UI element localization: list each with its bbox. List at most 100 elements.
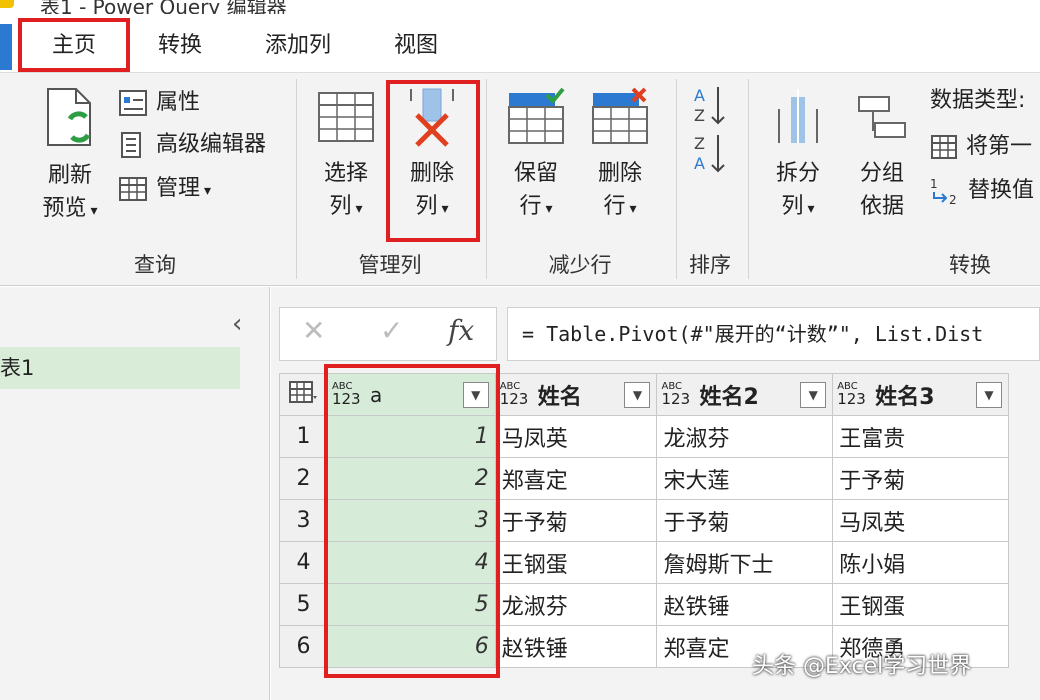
tab-transform[interactable]: 转换 [140, 26, 220, 66]
sort-descending-button[interactable]: Z A [692, 131, 732, 175]
window-title: 表1 - Power Query 编辑器 [40, 0, 287, 14]
use-first-row-as-headers-button[interactable]: 将第一 [930, 127, 1032, 167]
row-number[interactable]: 3 [279, 499, 328, 542]
remove-rows-label-1: 删除 [597, 161, 642, 186]
group-divider [676, 79, 677, 279]
table-cell[interactable]: 5 [326, 583, 496, 626]
formula-bar[interactable]: = Table.Pivot(#"展开的“计数”", List.Dist [507, 307, 1040, 361]
group-by-button[interactable]: 分组 依据 [842, 87, 922, 223]
replace-values-button[interactable]: 1 2 替换值 [930, 171, 1034, 211]
refresh-icon [47, 88, 91, 146]
power-query-app-icon [0, 0, 14, 8]
table-cell[interactable]: 赵铁锤 [656, 583, 834, 626]
filter-dropdown-icon[interactable]: ▼ [462, 382, 489, 408]
table-cell[interactable]: 2 [326, 457, 496, 500]
keep-rows-label-1: 保留 [513, 161, 558, 186]
group-divider [486, 79, 487, 279]
row-number[interactable]: 5 [279, 583, 328, 626]
table-cell[interactable]: 詹姆斯下士 [656, 541, 834, 584]
column-header-name2[interactable]: ABC 123 姓名2 ▼ [656, 373, 834, 416]
table-cell[interactable]: 宋大莲 [656, 457, 834, 500]
table-cell[interactable]: 6 [326, 625, 496, 668]
row-number[interactable]: 6 [279, 625, 328, 668]
split-column-label-1: 拆分 [775, 161, 820, 186]
choose-columns-button[interactable]: 选择 列 ▾ [306, 87, 386, 226]
chevron-down-icon: ▾ [629, 201, 637, 217]
tab-add-column[interactable]: 添加列 [248, 26, 348, 66]
row-number[interactable]: 4 [279, 541, 328, 584]
table-row: 1 1 马凤英 龙淑芬 王富贵 [279, 415, 1009, 458]
cancel-icon[interactable]: ✕ [302, 314, 325, 347]
ribbon-home: 刷新 预览 ▾ 属性 高级编辑器 管理 ▾ 查询 选择 列 ▾ 删除 列 ▾ 管… [0, 72, 1040, 286]
table-icon [119, 177, 147, 201]
fx-icon[interactable]: fx [448, 314, 474, 347]
data-type-button[interactable]: 数据类型: [930, 81, 1025, 121]
table-cell[interactable]: 1 [326, 415, 496, 458]
table-cell[interactable]: 龙淑芬 [494, 583, 658, 626]
data-grid: ABC 123 a ▼ ABC 123 姓名 ▼ ABC 123 姓名2 ▼ ABC 123 姓… [279, 373, 1009, 668]
any-type-icon[interactable]: ABC 123 [837, 382, 871, 407]
filter-dropdown-icon[interactable]: ▼ [976, 382, 1002, 408]
remove-columns-button[interactable]: 删除 列 ▾ [392, 87, 472, 226]
chevron-left-icon[interactable]: ‹ [232, 309, 242, 339]
column-name: 姓名 [537, 384, 582, 410]
table-cell[interactable]: 马凤英 [494, 415, 658, 458]
table-cell[interactable]: 王钢蛋 [832, 583, 1009, 626]
any-type-icon[interactable]: ABC 123 [500, 382, 534, 407]
table-cell[interactable]: 于予菊 [494, 499, 658, 542]
svg-text:2: 2 [949, 193, 957, 206]
manage-button[interactable]: 管理 ▾ [118, 169, 211, 209]
group-by-icon [858, 96, 906, 138]
confirm-icon[interactable]: ✓ [380, 314, 403, 347]
table-cell[interactable]: 郑喜定 [494, 457, 658, 500]
refresh-preview-button[interactable]: 刷新 预览 ▾ [30, 87, 110, 228]
tab-home[interactable]: 主页 [28, 26, 120, 66]
keep-rows-icon [508, 87, 565, 144]
table-icon [289, 380, 318, 403]
manage-label: 管理 [156, 176, 201, 201]
choose-columns-label-2: 列 [329, 194, 352, 219]
remove-columns-label-2: 列 [415, 194, 438, 219]
table-menu-button[interactable] [279, 373, 328, 416]
refresh-label-2: 预览 [42, 196, 87, 221]
table-cell[interactable]: 4 [326, 541, 496, 584]
properties-label: 属性 [156, 90, 201, 115]
table-cell[interactable]: 3 [326, 499, 496, 542]
column-header-name[interactable]: ABC 123 姓名 ▼ [494, 373, 658, 416]
keep-rows-button[interactable]: 保留 行 ▾ [496, 87, 576, 226]
remove-columns-icon [410, 88, 454, 147]
sort-ascending-button[interactable]: A Z [692, 83, 732, 127]
svg-text:A: A [694, 154, 705, 173]
data-type-label: 数据类型: [930, 88, 1026, 113]
row-number[interactable]: 1 [279, 415, 328, 458]
table-cell[interactable]: 于予菊 [832, 457, 1009, 500]
any-type-icon[interactable]: ABC 123 [661, 382, 695, 407]
filter-dropdown-icon[interactable]: ▼ [624, 382, 651, 408]
group-by-label-2: 依据 [859, 194, 904, 219]
chevron-down-icon: ▾ [204, 183, 212, 199]
properties-button[interactable]: 属性 [118, 83, 200, 123]
remove-rows-button[interactable]: 删除 行 ▾ [580, 87, 660, 226]
split-column-button[interactable]: 拆分 列 ▾ [758, 87, 838, 226]
group-by-label-1: 分组 [859, 161, 904, 186]
advanced-editor-button[interactable]: 高级编辑器 [118, 125, 266, 165]
row-number[interactable]: 2 [279, 457, 328, 500]
table-cell[interactable]: 王钢蛋 [494, 541, 658, 584]
query-item[interactable]: 表1 [0, 347, 240, 389]
properties-icon [119, 90, 147, 116]
column-header-name3[interactable]: ABC 123 姓名3 ▼ [832, 373, 1009, 416]
table-cell[interactable]: 马凤英 [832, 499, 1009, 542]
filter-dropdown-icon[interactable]: ▼ [800, 382, 827, 408]
table-cell[interactable]: 赵铁锤 [494, 625, 658, 668]
table-cell[interactable]: 龙淑芬 [656, 415, 834, 458]
file-tab-edge[interactable] [0, 24, 12, 70]
table-row: 2 2 郑喜定 宋大莲 于予菊 [279, 457, 1009, 500]
table-cell[interactable]: 王富贵 [832, 415, 1009, 458]
tab-view[interactable]: 视图 [376, 26, 456, 66]
table-cell[interactable]: 于予菊 [656, 499, 834, 542]
column-header-a[interactable]: ABC 123 a ▼ [326, 373, 496, 416]
table-cell[interactable]: 陈小娟 [832, 541, 1009, 584]
any-type-icon[interactable]: ABC 123 [332, 382, 366, 407]
svg-text:A: A [694, 86, 705, 105]
table-row: 4 4 王钢蛋 詹姆斯下士 陈小娟 [279, 541, 1009, 584]
